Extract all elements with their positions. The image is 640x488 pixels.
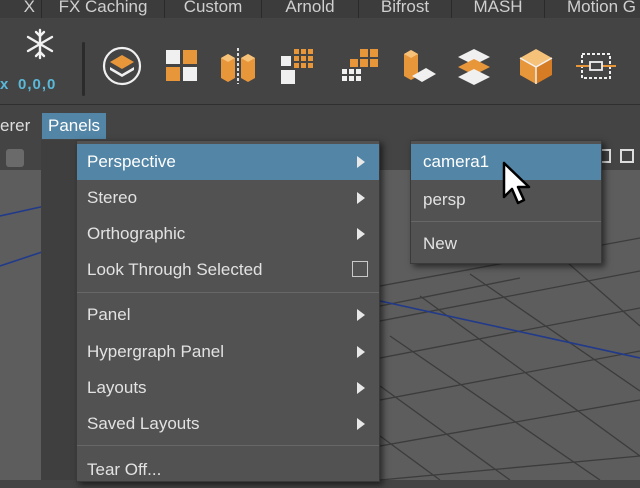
menu-item-label: Hypergraph Panel bbox=[87, 342, 225, 361]
menu-divider bbox=[77, 292, 379, 293]
shelf-tab-motion-graphics[interactable]: Motion G bbox=[545, 0, 640, 18]
menu-item-saved-layouts[interactable]: Saved Layouts bbox=[77, 406, 379, 442]
shelf-tab-x[interactable]: X bbox=[0, 0, 42, 18]
mouse-cursor-icon bbox=[502, 161, 531, 205]
menu-divider bbox=[77, 445, 379, 446]
option-box-icon[interactable] bbox=[352, 261, 368, 277]
menu-divider bbox=[411, 221, 601, 222]
submenu-arrow-icon bbox=[357, 228, 365, 240]
submenu-arrow-icon bbox=[357, 156, 365, 168]
shelf-left-label: x bbox=[0, 76, 9, 93]
snow-label: 0,0,0 bbox=[18, 76, 57, 93]
menu-item-hypergraph-panel[interactable]: Hypergraph Panel bbox=[77, 334, 379, 370]
menu-item-label: Look Through Selected bbox=[87, 260, 263, 279]
submenu-item-label: camera1 bbox=[423, 152, 490, 171]
snowflake-icon[interactable] bbox=[22, 26, 58, 62]
submenu-item-label: New bbox=[423, 234, 458, 253]
shelf-tab-custom[interactable]: Custom bbox=[165, 0, 262, 18]
shelf-tab-bifrost[interactable]: Bifrost bbox=[359, 0, 452, 18]
split-cubes-icon[interactable] bbox=[218, 46, 258, 86]
submenu-item-label: persp bbox=[423, 190, 466, 209]
menu-item-tear-off[interactable]: Tear Off... bbox=[77, 452, 379, 488]
submenu-item-new[interactable]: New bbox=[411, 226, 601, 262]
submenu-arrow-icon bbox=[357, 418, 365, 430]
shelf-tab-fx-caching[interactable]: FX Caching bbox=[42, 0, 165, 18]
grid-dots-icon[interactable] bbox=[278, 46, 318, 86]
shelf-separator bbox=[82, 42, 85, 96]
quad-blocks-icon[interactable] bbox=[162, 46, 202, 86]
menu-item-label: Panel bbox=[87, 305, 131, 324]
rotated-planes-icon[interactable] bbox=[454, 46, 494, 86]
menu-item-look-through-selected[interactable]: Look Through Selected bbox=[77, 252, 379, 288]
menu-item-orthographic[interactable]: Orthographic bbox=[77, 216, 379, 252]
shelf-tab-mash[interactable]: MASH bbox=[452, 0, 545, 18]
submenu-arrow-icon bbox=[357, 309, 365, 321]
panels-menu: Perspective Stereo Orthographic Look Thr… bbox=[76, 140, 380, 482]
menu-item-panel[interactable]: Panel bbox=[77, 297, 379, 333]
menu-item-perspective[interactable]: Perspective bbox=[77, 144, 379, 180]
stacked-blocks-icon[interactable] bbox=[398, 46, 438, 86]
menu-gutter bbox=[41, 140, 77, 480]
menu-item-label: Layouts bbox=[87, 378, 147, 397]
shelf: x 0,0,0 bbox=[0, 18, 640, 104]
shelf-tab-arnold[interactable]: Arnold bbox=[262, 0, 359, 18]
menu-item-label: Orthographic bbox=[87, 224, 186, 243]
menubar-item-panels[interactable]: Panels bbox=[42, 113, 106, 139]
layers-circle-icon[interactable] bbox=[102, 46, 142, 86]
submenu-arrow-icon bbox=[357, 346, 365, 358]
grid-cubes-icon[interactable] bbox=[340, 46, 380, 86]
menu-item-stereo[interactable]: Stereo bbox=[77, 180, 379, 216]
menu-item-label: Stereo bbox=[87, 188, 138, 207]
submenu-arrow-icon bbox=[357, 192, 365, 204]
menu-item-label: Tear Off... bbox=[87, 460, 162, 479]
bounding-box-icon[interactable] bbox=[576, 46, 616, 86]
submenu-arrow-icon bbox=[357, 382, 365, 394]
menu-item-layouts[interactable]: Layouts bbox=[77, 370, 379, 406]
menu-item-label: Saved Layouts bbox=[87, 414, 200, 433]
cube-icon[interactable] bbox=[516, 46, 556, 86]
menu-item-label: Perspective bbox=[87, 152, 176, 171]
shelf-tabs: X FX Caching Custom Arnold Bifrost MASH … bbox=[0, 0, 640, 18]
menubar-item-renderer[interactable]: erer bbox=[0, 113, 36, 139]
